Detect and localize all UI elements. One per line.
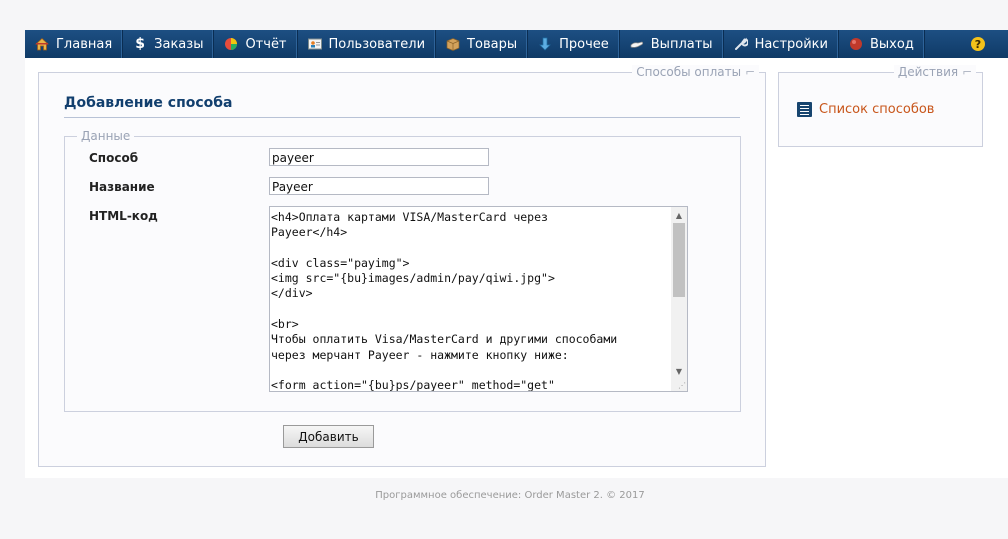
name-input[interactable]: Payeer — [269, 177, 489, 195]
home-icon — [35, 37, 49, 51]
arrow-down-icon — [538, 37, 552, 51]
list-icon — [797, 102, 812, 117]
users-card-icon — [307, 37, 322, 51]
help-button[interactable]: ? — [948, 30, 1008, 58]
scroll-down-icon[interactable]: ▼ — [671, 363, 687, 379]
methods-list-label: Список способов — [819, 102, 935, 117]
resize-handle-icon[interactable]: ⋰ — [678, 382, 686, 390]
actions-legend: Действия ⌐ — [893, 65, 976, 79]
nav-label-logout: Выход — [869, 36, 914, 52]
hand-icon — [630, 37, 644, 51]
nav-label-home: Главная — [56, 36, 113, 52]
nav-label-goods: Товары — [467, 36, 518, 52]
nav-item-logout[interactable]: Выход — [839, 30, 925, 58]
nav-label-settings: Настройки — [754, 36, 828, 52]
nav-item-other[interactable]: Прочее — [528, 30, 620, 58]
panel-legend: Способы оплаты ⌐ — [632, 65, 759, 79]
page-title: Добавление способа — [64, 95, 233, 111]
scrollbar-thumb[interactable] — [673, 223, 685, 297]
methods-list-link[interactable]: Список способов — [797, 102, 934, 117]
box-icon — [446, 37, 460, 51]
nav-item-orders[interactable]: $ Заказы — [123, 30, 215, 58]
help-icon: ? — [971, 37, 985, 51]
html-code-label: HTML-код — [89, 209, 158, 223]
top-navigation: Главная $ Заказы Отчёт Пользователи Това… — [25, 30, 1008, 58]
nav-item-payouts[interactable]: Выплаты — [620, 30, 724, 58]
footer-text: Программное обеспечение: Order Master 2.… — [375, 490, 645, 501]
nav-item-goods[interactable]: Товары — [436, 30, 529, 58]
nav-label-payouts: Выплаты — [650, 36, 713, 52]
page-container: Главная $ Заказы Отчёт Пользователи Това… — [25, 30, 1008, 478]
pie-chart-icon — [224, 37, 238, 51]
textarea-scrollbar[interactable]: ▲ ▼ — [671, 207, 687, 391]
nav-item-users[interactable]: Пользователи — [298, 30, 437, 58]
title-divider — [64, 117, 740, 118]
html-code-textarea[interactable]: <h4>Оплата картами VISA/MasterCard через… — [269, 206, 688, 392]
html-code-content: <h4>Оплата картами VISA/MasterCard через… — [271, 210, 618, 391]
red-circle-icon — [849, 37, 863, 51]
data-fieldset: Данные Способ payeer Название Payeer HTM… — [64, 129, 741, 412]
nav-item-home[interactable]: Главная — [25, 30, 124, 58]
nav-label-users: Пользователи — [328, 36, 426, 52]
nav-label-orders: Заказы — [154, 36, 204, 52]
name-label: Название — [89, 180, 155, 194]
scroll-up-icon[interactable]: ▲ — [671, 207, 687, 223]
nav-label-report: Отчёт — [245, 36, 287, 52]
payment-methods-panel: Способы оплаты ⌐ Добавление способа Данн… — [38, 65, 766, 467]
dollar-icon: $ — [135, 36, 146, 52]
nav-item-report[interactable]: Отчёт — [214, 30, 298, 58]
data-legend: Данные — [77, 129, 135, 143]
wrench-icon — [734, 37, 748, 51]
add-button[interactable]: Добавить — [283, 425, 374, 448]
method-label: Способ — [89, 151, 139, 165]
method-input[interactable]: payeer — [269, 148, 489, 166]
actions-panel: Действия ⌐ Список способов — [778, 65, 983, 147]
nav-item-settings[interactable]: Настройки — [724, 30, 839, 58]
nav-label-other: Прочее — [559, 36, 609, 52]
